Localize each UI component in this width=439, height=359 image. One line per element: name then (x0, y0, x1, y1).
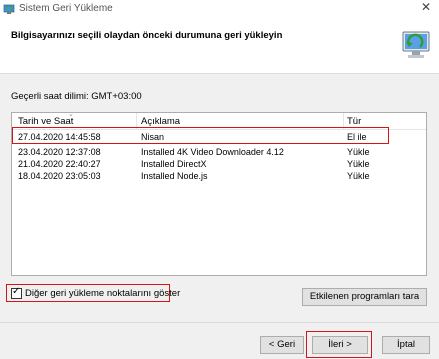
table-row[interactable]: 18.04.2020 23:05:03 Installed Node.js Yü… (12, 171, 426, 183)
page-title: Bilgisayarınızı seçili olaydan önceki du… (11, 30, 283, 41)
row-date: 23.04.2020 12:37:08 (18, 147, 101, 157)
title-bar: Sistem Geri Yükleme ✕ (0, 0, 439, 18)
close-icon[interactable]: ✕ (421, 0, 431, 14)
table-row[interactable]: 23.04.2020 12:37:08 Installed 4K Video D… (12, 147, 426, 159)
scan-affected-programs-button[interactable]: Etkilenen programları tara (302, 288, 427, 306)
table-row[interactable]: 21.04.2020 22:40:27 Installed DirectX Yü… (12, 159, 426, 171)
footer-divider (0, 322, 439, 323)
header-panel: Bilgisayarınızı seçili olaydan önceki du… (0, 18, 439, 74)
row-type: Yükle (347, 147, 370, 157)
row-date: 21.04.2020 22:40:27 (18, 159, 101, 169)
window-title: Sistem Geri Yükleme (19, 3, 113, 14)
row-type: Yükle (347, 159, 370, 169)
show-more-checkbox[interactable]: ✓ (11, 286, 22, 299)
next-button-highlight (306, 331, 372, 358)
show-more-label[interactable]: Diğer geri yükleme noktalarını göster (25, 288, 180, 299)
timezone-label: Geçerli saat dilimi: GMT+03:00 (11, 91, 142, 102)
sort-arrow-icon: ⌄ (68, 111, 74, 118)
show-more-checkbox-group[interactable]: ✓ Diğer geri yükleme noktalarını göster (6, 284, 180, 302)
column-header-date[interactable]: Tarih ve Saat (18, 116, 73, 127)
restore-computer-icon (402, 31, 430, 58)
system-restore-icon (3, 4, 15, 14)
cancel-button[interactable]: İptal (382, 336, 430, 354)
row-description: Installed Node.js (141, 171, 208, 181)
row-description: Installed DirectX (141, 159, 207, 169)
checkmark-icon: ✓ (12, 286, 21, 297)
row-description: Installed 4K Video Downloader 4.12 (141, 147, 284, 157)
row-type: Yükle (347, 171, 370, 181)
selected-row-highlight (12, 127, 389, 144)
column-header-description[interactable]: Açıklama (141, 116, 180, 127)
row-date: 18.04.2020 23:05:03 (18, 171, 101, 181)
back-button[interactable]: < Geri (260, 336, 304, 354)
column-header-type[interactable]: Tür (347, 116, 361, 127)
